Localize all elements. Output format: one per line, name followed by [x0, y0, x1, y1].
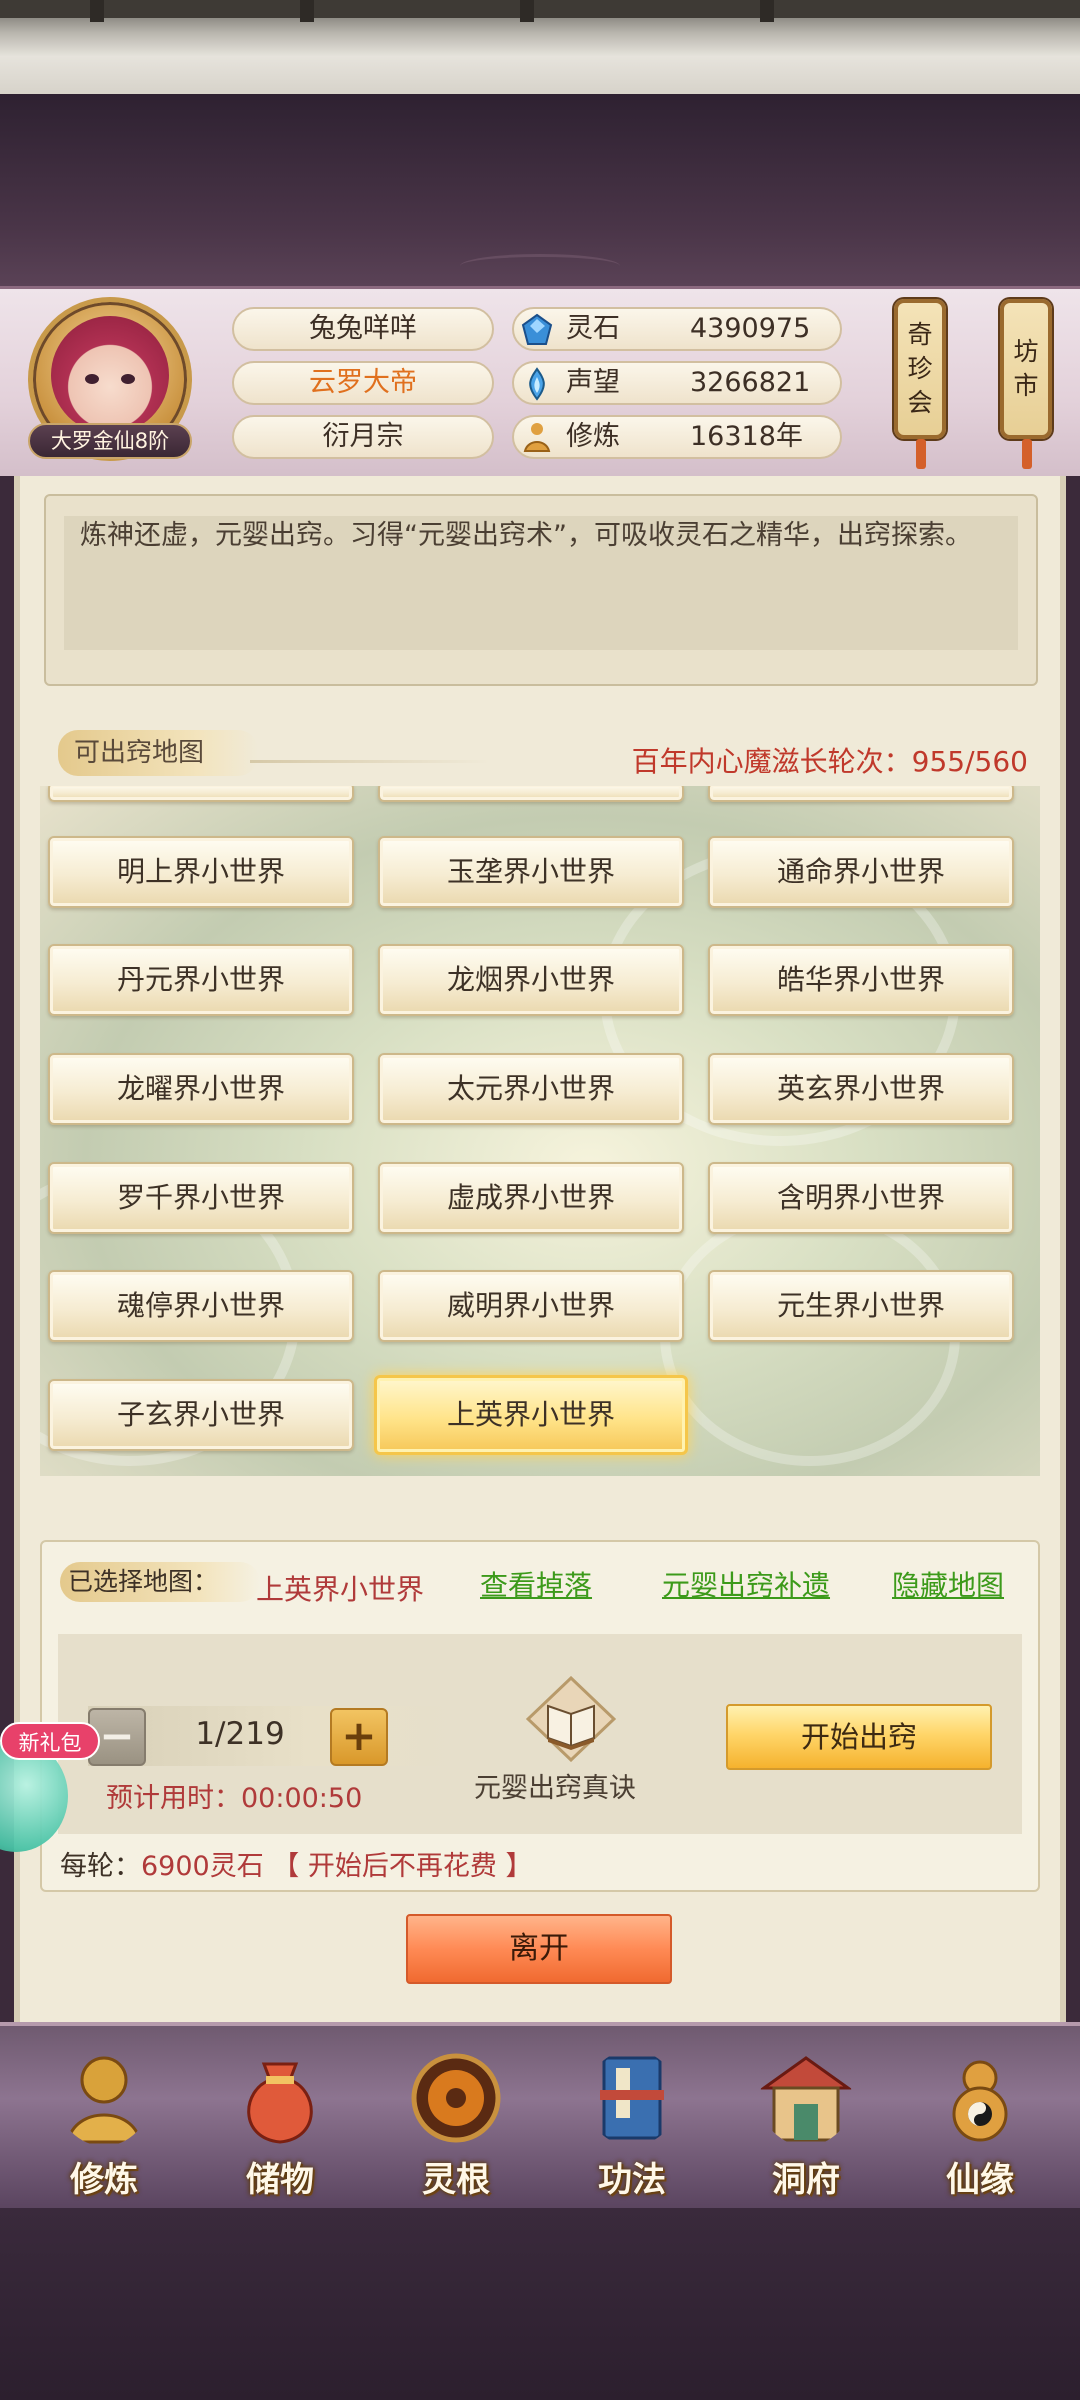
selected-map-label: 已选择地图： — [60, 1562, 260, 1602]
market-lantern[interactable]: 坊 市 — [1000, 299, 1052, 469]
nav-label: 洞府 — [772, 2160, 840, 2200]
cost-value: 6900灵石 【 开始后不再花费 】 — [141, 1851, 533, 1882]
demon-round-info: 百年内心魔滋长轮次：955/560 — [631, 745, 1028, 778]
bridge-rail — [0, 0, 1080, 18]
nav-spirit-root[interactable]: 灵根 — [376, 2040, 536, 2200]
cost-per-round: 每轮：6900灵石 【 开始后不再花费 】 — [60, 1844, 532, 1883]
background-scenery — [0, 0, 1080, 94]
stat-label: 灵石 — [566, 313, 620, 344]
nav-fate[interactable]: 仙缘 — [900, 2040, 1060, 2200]
map-button[interactable]: 元生界小世界 — [708, 1270, 1014, 1342]
ornament — [460, 254, 620, 278]
map-button[interactable]: 含明界小世界 — [708, 1162, 1014, 1234]
top-decor-band — [0, 94, 1080, 286]
map-button[interactable]: 玉垄界小世界 — [378, 836, 684, 908]
hidden-map-link[interactable]: 隐藏地图 — [892, 1564, 1004, 1604]
map-list[interactable]: 明上界小世界 玉垄界小世界 通命界小世界 丹元界小世界 龙烟界小世界 皓华界小世… — [40, 786, 1040, 1476]
map-button[interactable]: 明上界小世界 — [48, 836, 354, 908]
rail-post — [90, 0, 104, 22]
start-outing-button[interactable]: 开始出窍 — [726, 1704, 992, 1770]
map-button-partial[interactable] — [708, 786, 1014, 802]
map-button[interactable]: 虚成界小世界 — [378, 1162, 684, 1234]
lantern-tassel — [916, 439, 926, 469]
description-text: 炼神还虚，元婴出窍。习得“元婴出窍术”，可吸收灵石之精华，出窍探索。 — [80, 520, 972, 551]
map-button-partial[interactable] — [48, 786, 354, 802]
map-button[interactable]: 子玄界小世界 — [48, 1379, 354, 1451]
map-button[interactable]: 皓华界小世界 — [708, 944, 1014, 1016]
stat-label: 声望 — [566, 367, 620, 398]
nav-technique[interactable]: 功法 — [552, 2040, 712, 2200]
spirit-stone-icon — [521, 313, 553, 345]
map-button[interactable]: 魂停界小世界 — [48, 1270, 354, 1342]
stat-value: 3266821 — [690, 367, 811, 398]
player-title: 云罗大帝 — [232, 361, 494, 405]
rail-post — [520, 0, 534, 22]
map-button[interactable]: 英玄界小世界 — [708, 1053, 1014, 1125]
estimated-time: 预计用时：00:00:50 — [106, 1783, 363, 1814]
player-sect: 衍月宗 — [232, 415, 494, 459]
map-button[interactable]: 罗千界小世界 — [48, 1162, 354, 1234]
increase-button[interactable]: + — [330, 1708, 388, 1766]
stat-value: 4390975 — [690, 313, 811, 344]
lantern-char: 坊 — [1013, 337, 1039, 366]
scripture-book-icon[interactable] — [526, 1676, 616, 1762]
lantern-char: 市 — [1013, 371, 1039, 400]
map-button-partial[interactable] — [378, 786, 684, 802]
lantern-tassel — [1022, 439, 1032, 469]
cave-house-icon — [760, 2056, 852, 2142]
avatar-eyes — [85, 374, 135, 384]
stat-value: 16318年 — [690, 421, 803, 452]
stat-spirit-stone: 灵石 4390975 — [512, 307, 842, 351]
treasure-hall-lantern[interactable]: 奇 珍 会 — [894, 299, 946, 469]
spirit-root-icon — [411, 2053, 501, 2143]
map-button[interactable]: 龙烟界小世界 — [378, 944, 684, 1016]
nav-label: 功法 — [598, 2160, 666, 2200]
outing-supplement-link[interactable]: 元婴出窍补遗 — [662, 1564, 830, 1604]
map-button[interactable]: 通命界小世界 — [708, 836, 1014, 908]
nav-label: 储物 — [246, 2160, 314, 2200]
nav-label: 修炼 — [70, 2160, 138, 2200]
meditation-icon — [66, 2056, 142, 2144]
cultivation-icon — [523, 423, 551, 452]
lantern-char: 会 — [907, 388, 933, 417]
nav-storage[interactable]: 储物 — [200, 2040, 360, 2200]
count-value: 1/219 — [195, 1716, 285, 1752]
stat-prestige: 声望 3266821 — [512, 361, 842, 405]
nav-label: 仙缘 — [946, 2160, 1014, 2200]
gourd-icon — [952, 2060, 1008, 2142]
lantern-char: 奇 — [907, 320, 933, 349]
section-divider — [250, 760, 490, 763]
nav-label: 灵根 — [422, 2160, 490, 2200]
stat-label: 修炼 — [566, 421, 620, 452]
new-gift-badge[interactable]: 新礼包 — [0, 1722, 100, 1760]
selected-map-name: 上英界小世界 — [256, 1573, 425, 1606]
player-header: 大罗金仙8阶 兔兔咩咩 云罗大帝 衍月宗 灵石 4390975 声望 32668… — [0, 286, 1080, 476]
rail-post — [300, 0, 314, 22]
map-button[interactable]: 太元界小世界 — [378, 1053, 684, 1125]
rail-post — [760, 0, 774, 22]
storage-bag-icon — [247, 2062, 313, 2144]
cost-prefix: 每轮： — [60, 1851, 141, 1882]
avatar-portrait — [51, 316, 169, 434]
prestige-icon — [529, 367, 545, 401]
map-button[interactable]: 威明界小世界 — [378, 1270, 684, 1342]
nav-cultivate[interactable]: 修炼 — [24, 2040, 184, 2200]
footer-band — [0, 2208, 1080, 2400]
rank-badge: 大罗金仙8阶 — [28, 423, 192, 459]
player-name: 兔兔咩咩 — [232, 307, 494, 351]
view-drops-link[interactable]: 查看掉落 — [480, 1564, 592, 1604]
map-button-selected[interactable]: 上英界小世界 — [374, 1375, 688, 1455]
leave-button[interactable]: 离开 — [406, 1914, 672, 1984]
scripture-label: 元婴出窍真诀 — [474, 1773, 636, 1804]
lantern-char: 珍 — [907, 354, 933, 383]
maps-section-title: 可出窍地图 — [58, 730, 258, 776]
stat-cultivation: 修炼 16318年 — [512, 415, 842, 459]
map-button[interactable]: 丹元界小世界 — [48, 944, 354, 1016]
map-button[interactable]: 龙曜界小世界 — [48, 1053, 354, 1125]
scripture-icon — [600, 2056, 664, 2140]
nav-cave-house[interactable]: 洞府 — [726, 2040, 886, 2200]
